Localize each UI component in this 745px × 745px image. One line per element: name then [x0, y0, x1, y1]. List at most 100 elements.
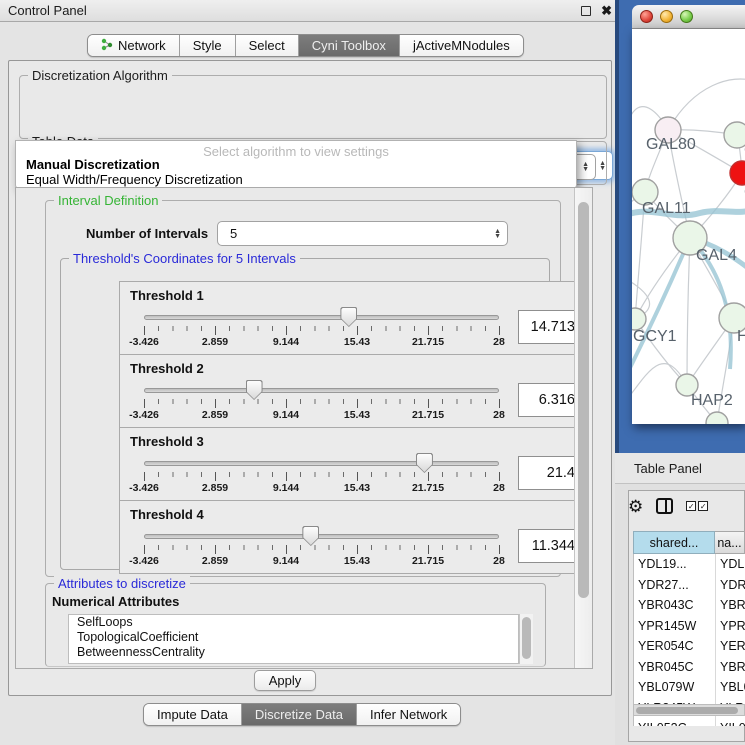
- slider-major-tick: [144, 326, 145, 335]
- checkbox-icon[interactable]: ✓: [698, 501, 708, 511]
- attribute-item[interactable]: BetweennessCentrality: [69, 645, 518, 660]
- threshold-slider-track[interactable]: [144, 534, 499, 539]
- minimize-button[interactable]: [660, 10, 673, 23]
- tab-style[interactable]: Style: [179, 35, 235, 56]
- network-canvas[interactable]: GAL80GACGAL11GAL4GCY1HHAP2: [632, 29, 745, 424]
- node-label: GAL11: [642, 200, 691, 217]
- slider-tick-label: -3.426: [114, 409, 174, 421]
- cell-shared-name: YIL052C: [634, 718, 716, 726]
- cell-name: YIL0...: [716, 718, 745, 726]
- apply-button[interactable]: Apply: [254, 670, 316, 691]
- table-row[interactable]: YBR045CYBR0...: [634, 657, 745, 678]
- close-button[interactable]: [640, 10, 653, 23]
- checkbox-icon[interactable]: ✓: [686, 501, 696, 511]
- table-row[interactable]: YBR043CYBR0...: [634, 595, 745, 616]
- table-header-row: shared... na...: [633, 531, 745, 554]
- threshold-slider-track[interactable]: [144, 461, 499, 466]
- cell-name: YPR1...: [716, 616, 745, 637]
- attribute-item[interactable]: TopologicalCoefficient: [69, 630, 518, 645]
- threshold-slider-track[interactable]: [144, 388, 499, 393]
- combo-arrows-icon: ▲▼: [488, 229, 501, 239]
- threshold-slider-track[interactable]: [144, 315, 499, 320]
- cell-shared-name: YBR043C: [634, 595, 716, 616]
- tab-infer-network[interactable]: Infer Network: [356, 704, 460, 725]
- threshold-slider-handle[interactable]: [340, 307, 357, 327]
- column-header-name[interactable]: na...: [715, 531, 745, 554]
- cell-name: YER0...: [716, 636, 745, 657]
- table-row[interactable]: YIL052CYIL0...: [634, 718, 745, 726]
- zoom-button[interactable]: [680, 10, 693, 23]
- threshold-slider-handle[interactable]: [302, 526, 319, 546]
- network-view-frame: GAL80GACGAL11GAL4GCY1HHAP2: [615, 0, 745, 453]
- cell-shared-name: YDR27...: [634, 575, 716, 596]
- column-header-shared-name[interactable]: shared...: [633, 531, 715, 554]
- slider-tick-label: 21.715: [398, 555, 458, 567]
- tab-select[interactable]: Select: [235, 35, 298, 56]
- num-intervals-select[interactable]: 5 ▲▼: [217, 221, 508, 246]
- tab-discretize-data[interactable]: Discretize Data: [241, 704, 356, 725]
- network-node[interactable]: [724, 122, 745, 148]
- cell-shared-name: YPR145W: [634, 616, 716, 637]
- attribute-item[interactable]: SelfLoops: [69, 615, 518, 630]
- node-label: H: [737, 328, 745, 345]
- algorithm-option[interactable]: Equal Width/Frequency Discretization: [16, 173, 576, 188]
- slider-major-tick: [286, 326, 287, 335]
- threshold-slider-handle[interactable]: [246, 380, 263, 400]
- num-intervals-label: Number of Intervals: [86, 226, 208, 241]
- slider-minor-ticks: [144, 326, 500, 331]
- tab-label: Network: [118, 38, 166, 53]
- table-hscrollbar[interactable]: [633, 704, 745, 716]
- network-node-gcy1[interactable]: [632, 308, 646, 330]
- thresholds-group-title: Threshold's Coordinates for 5 Intervals: [69, 251, 300, 266]
- gear-icon[interactable]: ⚙: [628, 498, 643, 515]
- numerical-attributes-list[interactable]: SelfLoopsTopologicalCoefficientBetweenne…: [68, 614, 519, 664]
- table-row[interactable]: YDR27...YDR2...: [634, 575, 745, 596]
- table-row[interactable]: YDL19...YDL1...: [634, 554, 745, 575]
- table-panel-title: Table Panel: [634, 461, 702, 476]
- settings-scrollbar[interactable]: [574, 188, 592, 668]
- cell-name: YBL0...: [716, 677, 745, 698]
- tab-jactivemnodules[interactable]: jActiveMNodules: [399, 35, 523, 56]
- slider-minor-ticks: [144, 399, 500, 404]
- combo-arrows-icon: ▲▼: [576, 162, 589, 172]
- threshold-row: Threshold 1-3.4262.8599.14415.4321.71528…: [119, 281, 593, 355]
- control-panel-tabs: Network Style SelectCyni ToolboxjActiveMNo…: [87, 34, 524, 57]
- slider-tick-label: -3.426: [114, 336, 174, 348]
- threshold-slider-handle[interactable]: [416, 453, 433, 473]
- tab-network[interactable]: Network: [88, 35, 179, 56]
- table-row[interactable]: YBL079WYBL0...: [634, 677, 745, 698]
- table-hscrollbar-thumb[interactable]: [636, 707, 738, 714]
- slider-tick-label: 2.859: [185, 336, 245, 348]
- slider-major-tick: [286, 545, 287, 554]
- slider-major-tick: [215, 326, 216, 335]
- slider-tick-label: 21.715: [398, 409, 458, 421]
- slider-tick-label: 21.715: [398, 482, 458, 494]
- close-panel-icon[interactable]: ✖: [601, 6, 612, 16]
- slider-major-tick: [357, 399, 358, 408]
- slider-major-tick: [215, 399, 216, 408]
- threshold-row: Threshold 4-3.4262.8599.14415.4321.71528…: [119, 500, 593, 574]
- table-row[interactable]: YER054CYER0...: [634, 636, 745, 657]
- settings-scrollbar-thumb[interactable]: [578, 202, 589, 598]
- node-label: GCY1: [633, 328, 677, 345]
- attributes-scrollbar-thumb[interactable]: [522, 617, 531, 659]
- columns-icon[interactable]: [656, 498, 673, 514]
- tab-cyni-toolbox[interactable]: Cyni Toolbox: [298, 35, 399, 56]
- network-window-titlebar[interactable]: [632, 5, 745, 29]
- threshold-row: Threshold 3-3.4262.8599.14415.4321.71528…: [119, 427, 593, 501]
- table-row[interactable]: YPR145WYPR1...: [634, 616, 745, 637]
- slider-major-tick: [144, 472, 145, 481]
- float-panel-icon[interactable]: [581, 6, 591, 16]
- network-edge-thick: [632, 238, 690, 374]
- tab-impute-data[interactable]: Impute Data: [144, 704, 241, 725]
- slider-tick-label: 15.43: [327, 482, 387, 494]
- network-node[interactable]: [730, 161, 745, 185]
- algorithm-dropdown-popup: Select algorithm to view settings Manual…: [15, 140, 577, 189]
- slider-tick-label: 15.43: [327, 409, 387, 421]
- tab-label: Style: [193, 38, 222, 53]
- algorithm-option[interactable]: Manual Discretization: [16, 158, 576, 173]
- attributes-list-scrollbar[interactable]: [519, 614, 533, 664]
- tab-label: Infer Network: [370, 707, 447, 722]
- thresholds-group: Threshold's Coordinates for 5 Intervals …: [60, 258, 550, 570]
- node-label: HAP2: [691, 392, 733, 409]
